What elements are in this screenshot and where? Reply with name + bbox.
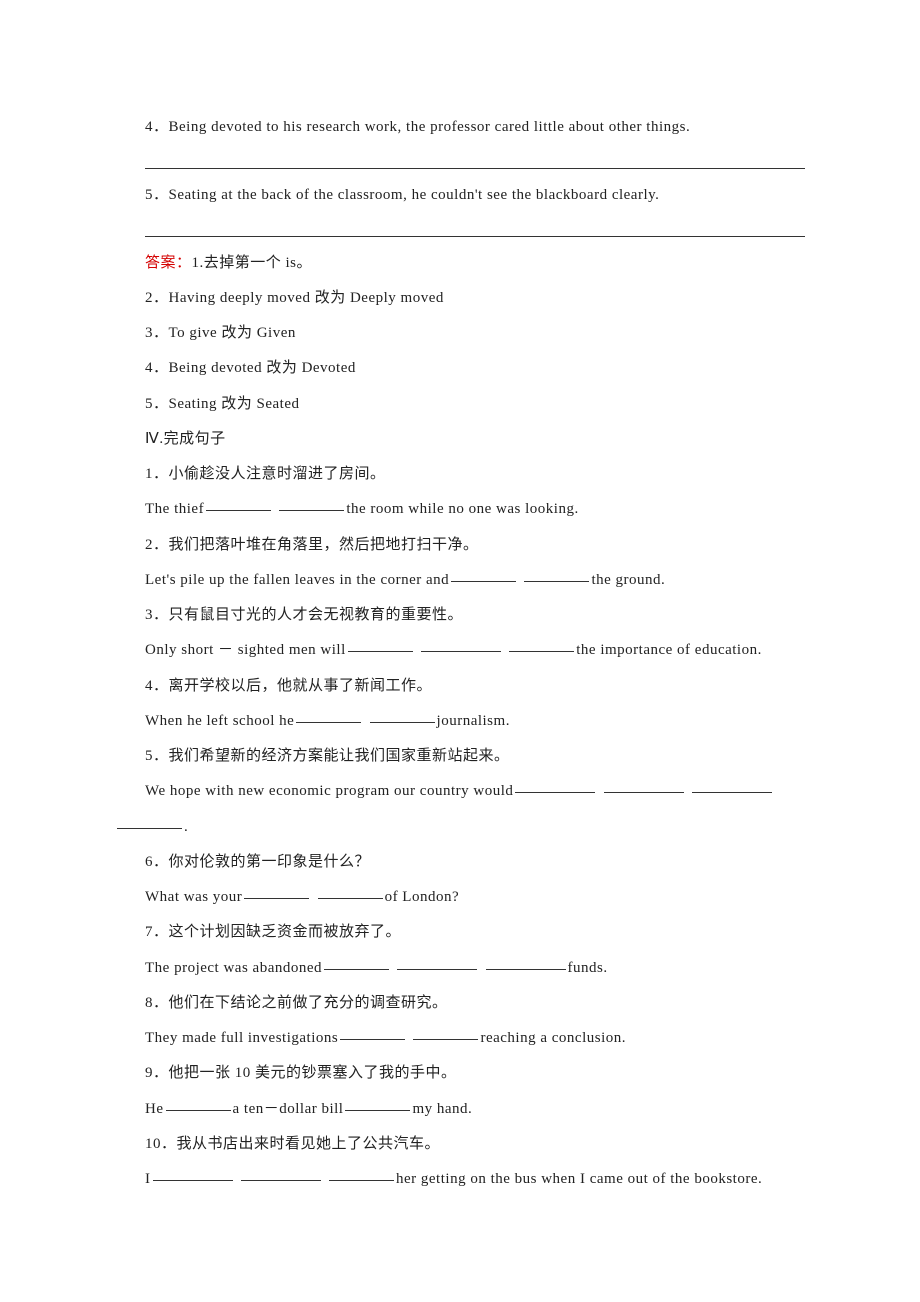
sentence-3-en: Only short － sighted men will the import… xyxy=(115,633,805,668)
question-5: 5．Seating at the back of the classroom, … xyxy=(115,178,805,213)
s5-en-b: . xyxy=(184,819,188,835)
fill-blank xyxy=(324,954,389,970)
sentence-9-en: He a ten－dollar bill my hand. xyxy=(115,1092,805,1127)
sentence-3-zh: 3．只有鼠目寸光的人才会无视教育的重要性。 xyxy=(115,598,805,633)
s1-en-b: the room while no one was looking. xyxy=(346,501,578,517)
sentence-10-en: I her getting on the bus when I came out… xyxy=(115,1162,805,1197)
sentence-5-zh: 5．我们希望新的经济方案能让我们国家重新站起来。 xyxy=(115,739,805,774)
s8-en-b: reaching a conclusion. xyxy=(480,1030,626,1046)
sentence-4-zh: 4．离开学校以后，他就从事了新闻工作。 xyxy=(115,669,805,704)
sentence-8-en: They made full investigations reaching a… xyxy=(115,1021,805,1056)
sentence-2-zh: 2．我们把落叶堆在角落里，然后把地打扫干净。 xyxy=(115,528,805,563)
fill-blank xyxy=(451,566,516,582)
s4-en-a: When he left school he xyxy=(145,713,294,729)
fill-blank xyxy=(279,495,344,511)
answer-3: 3．To give 改为 Given xyxy=(115,316,805,351)
fill-blank xyxy=(166,1095,231,1111)
sentence-6-zh: 6．你对伦敦的第一印象是什么？ xyxy=(115,845,805,880)
sentence-7-en: The project was abandoned funds. xyxy=(115,951,805,986)
fill-blank xyxy=(153,1165,233,1181)
fill-blank xyxy=(397,954,477,970)
fill-blank xyxy=(241,1165,321,1181)
sentence-9-zh: 9．他把一张 10 美元的钞票塞入了我的手中。 xyxy=(115,1056,805,1091)
s8-en-a: They made full investigations xyxy=(145,1030,338,1046)
answer-5: 5．Seating 改为 Seated xyxy=(115,387,805,422)
blank-line-q5 xyxy=(145,213,805,237)
s4-en-b: journalism. xyxy=(437,713,510,729)
fill-blank xyxy=(340,1024,405,1040)
s5-en-a: We hope with new economic program our co… xyxy=(145,783,513,799)
s1-en-a: The thief xyxy=(145,501,204,517)
s2-en-a: Let's pile up the fallen leaves in the c… xyxy=(145,572,449,588)
answer-1-text: 1.去掉第一个 is。 xyxy=(192,255,313,271)
section-4-heading: Ⅳ.完成句子 xyxy=(115,422,805,457)
sentence-5-en: We hope with new economic program our co… xyxy=(115,774,805,809)
s7-en-a: The project was abandoned xyxy=(145,960,322,976)
fill-blank xyxy=(413,1024,478,1040)
s9-en-c: my hand. xyxy=(412,1101,472,1117)
sentence-1-en: The thief the room while no one was look… xyxy=(115,492,805,527)
fill-blank xyxy=(206,495,271,511)
fill-blank xyxy=(296,707,361,723)
s7-en-b: funds. xyxy=(568,960,608,976)
sentence-5-en-cont: . xyxy=(115,810,805,845)
fill-blank xyxy=(318,883,383,899)
sentence-8-zh: 8．他们在下结论之前做了充分的调查研究。 xyxy=(115,986,805,1021)
sentence-2-en: Let's pile up the fallen leaves in the c… xyxy=(115,563,805,598)
fill-blank xyxy=(370,707,435,723)
fill-blank xyxy=(421,636,501,652)
s3-en-a: Only short － sighted men will xyxy=(145,642,346,658)
fill-blank xyxy=(515,777,595,793)
fill-blank xyxy=(509,636,574,652)
s9-en-b: a ten－dollar bill xyxy=(233,1101,344,1117)
answer-4: 4．Being devoted 改为 Devoted xyxy=(115,351,805,386)
s3-en-b: the importance of education. xyxy=(576,642,762,658)
fill-blank xyxy=(348,636,413,652)
question-4: 4．Being devoted to his research work, th… xyxy=(115,110,805,145)
sentence-7-zh: 7．这个计划因缺乏资金而被放弃了。 xyxy=(115,915,805,950)
fill-blank xyxy=(692,777,772,793)
blank-line-q4 xyxy=(145,145,805,169)
s10-en-b: her getting on the bus when I came out o… xyxy=(396,1171,762,1187)
s6-en-b: of London? xyxy=(385,889,460,905)
s2-en-b: the ground. xyxy=(591,572,665,588)
fill-blank xyxy=(486,954,566,970)
answer-line-1: 答案：1.去掉第一个 is。 xyxy=(115,246,805,281)
answer-2: 2．Having deeply moved 改为 Deeply moved xyxy=(115,281,805,316)
fill-blank xyxy=(604,777,684,793)
sentence-4-en: When he left school he journalism. xyxy=(115,704,805,739)
sentence-1-zh: 1．小偷趁没人注意时溜进了房间。 xyxy=(115,457,805,492)
answer-label: 答案： xyxy=(145,255,192,271)
fill-blank xyxy=(524,566,589,582)
s9-en-a: He xyxy=(145,1101,164,1117)
sentence-6-en: What was your of London? xyxy=(115,880,805,915)
fill-blank xyxy=(345,1095,410,1111)
s6-en-a: What was your xyxy=(145,889,242,905)
s10-en-a: I xyxy=(145,1171,151,1187)
sentence-10-zh: 10．我从书店出来时看见她上了公共汽车。 xyxy=(115,1127,805,1162)
fill-blank xyxy=(244,883,309,899)
fill-blank xyxy=(117,813,182,829)
fill-blank xyxy=(329,1165,394,1181)
